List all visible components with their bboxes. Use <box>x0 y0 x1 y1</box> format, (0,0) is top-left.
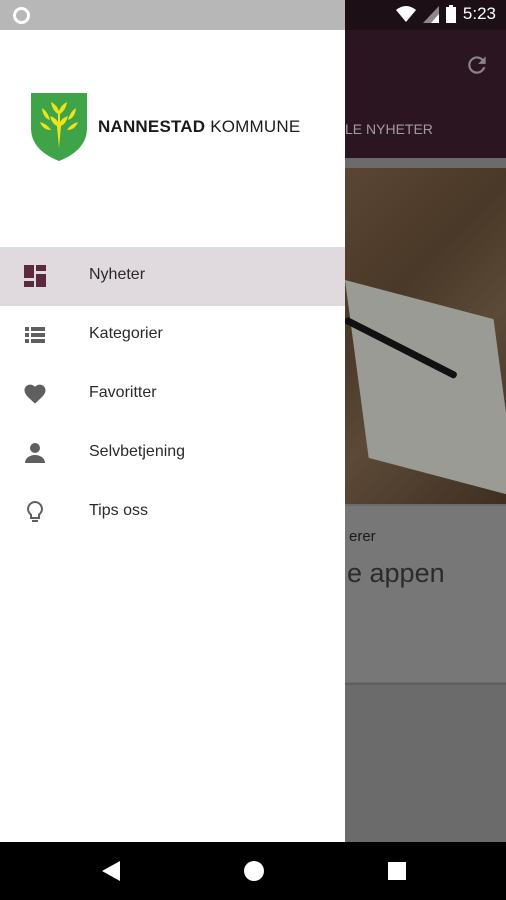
municipality-name-bold: NANNESTAD <box>98 117 206 136</box>
dashboard-icon <box>24 265 46 287</box>
signal-icon <box>422 5 439 23</box>
status-bar-right: 5:23 <box>345 0 506 30</box>
drawer-item-nyheter[interactable]: Nyheter <box>0 247 345 306</box>
lightbulb-icon <box>27 500 43 522</box>
circle-notification-icon <box>13 7 30 24</box>
heart-icon <box>24 384 46 404</box>
list-icon <box>25 327 45 343</box>
recents-icon[interactable] <box>386 860 408 882</box>
status-time: 5:23 <box>462 4 496 23</box>
drawer-item-favoritter[interactable]: Favoritter <box>0 365 345 424</box>
person-icon <box>25 443 45 463</box>
card-divider <box>345 683 506 685</box>
navigation-drawer: NANNESTAD KOMMUNE Nyheter Kategorier Fav… <box>0 30 345 842</box>
drawer-item-tips-oss[interactable]: Tips oss <box>0 483 345 542</box>
municipality-name: NANNESTAD KOMMUNE <box>98 117 300 137</box>
news-card-category: erer <box>349 528 376 545</box>
tab-all-news[interactable]: LE NYHETER <box>345 121 433 137</box>
drawer-item-label: Kategorier <box>89 325 163 342</box>
drawer-logo: NANNESTAD KOMMUNE <box>30 92 300 162</box>
drawer-item-selvbetjening[interactable]: Selvbetjening <box>0 424 345 483</box>
back-icon[interactable] <box>100 860 122 882</box>
municipality-name-regular: KOMMUNE <box>210 117 301 136</box>
status-bar-left <box>0 0 345 30</box>
drawer-item-label: Nyheter <box>89 266 146 283</box>
app-bar: LE NYHETER <box>345 30 506 158</box>
news-card-title: e appen <box>347 558 445 588</box>
drawer-item-label: Favoritter <box>89 384 157 401</box>
home-icon[interactable] <box>243 860 265 882</box>
background-app[interactable]: LE NYHETER erer e appen <box>345 30 506 842</box>
coat-of-arms-icon <box>31 93 87 161</box>
wifi-icon <box>395 5 416 22</box>
status-bar: 5:23 <box>0 0 506 30</box>
system-nav-bar <box>0 842 506 900</box>
drawer-item-kategorier[interactable]: Kategorier <box>0 306 345 365</box>
refresh-icon[interactable] <box>464 52 490 78</box>
drawer-item-label: Selvbetjening <box>89 443 186 460</box>
drawer-item-label: Tips oss <box>89 502 148 519</box>
drawer-menu: Nyheter Kategorier Favoritter Selvbetjen… <box>0 247 345 542</box>
battery-icon <box>445 5 456 23</box>
